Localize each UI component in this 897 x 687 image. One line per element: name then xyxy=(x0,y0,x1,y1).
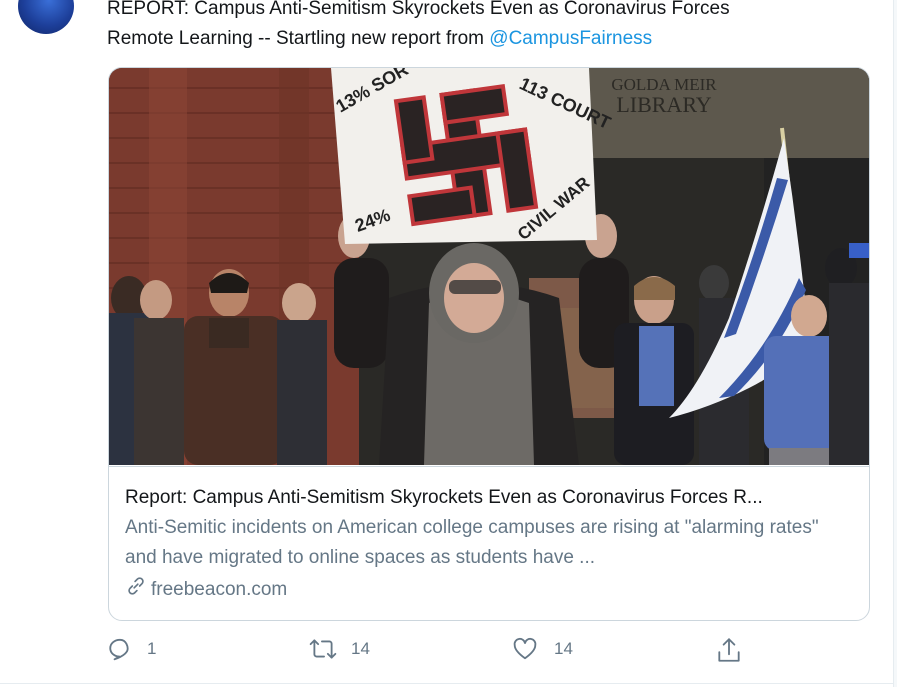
building-sign-line2: LIBRARY xyxy=(616,92,711,117)
reply-icon xyxy=(107,636,133,662)
card-photo: GOLDA MEIR LIBRARY 13% SOR 113 COURT 24%… xyxy=(109,68,869,465)
like-button[interactable]: 14 xyxy=(512,636,573,662)
reply-button[interactable]: 1 xyxy=(107,636,156,662)
tweet-actions: 1 14 14 xyxy=(107,636,747,666)
avatar[interactable] xyxy=(18,0,74,34)
tweet-text-line1: REPORT: Campus Anti-Semitism Skyrockets … xyxy=(107,0,730,19)
divider xyxy=(0,683,893,684)
reply-count: 1 xyxy=(147,639,157,658)
card-image[interactable]: GOLDA MEIR LIBRARY 13% SOR 113 COURT 24%… xyxy=(109,68,869,465)
share-button[interactable] xyxy=(716,636,742,664)
retweet-icon xyxy=(309,636,337,662)
card-title: Report: Campus Anti-Semitism Skyrockets … xyxy=(125,487,763,508)
retweet-count: 14 xyxy=(351,639,370,658)
mention-link[interactable]: @CampusFairness xyxy=(489,28,652,49)
card-body[interactable]: Report: Campus Anti-Semitism Skyrockets … xyxy=(109,466,869,620)
heart-icon xyxy=(512,636,538,662)
tweet-text-line2: Remote Learning -- Startling new report … xyxy=(107,24,847,54)
link-icon xyxy=(125,575,147,605)
card-description: Anti-Semitic incidents on American colle… xyxy=(125,517,819,568)
tweet-text-line2-prefix: Remote Learning -- Startling new report … xyxy=(107,28,490,49)
link-card[interactable]: GOLDA MEIR LIBRARY 13% SOR 113 COURT 24%… xyxy=(108,67,870,621)
retweet-button[interactable]: 14 xyxy=(309,636,370,662)
share-icon xyxy=(716,636,742,664)
tweet[interactable]: REPORT: Campus Anti-Semitism Skyrockets … xyxy=(0,0,894,687)
like-count: 14 xyxy=(554,639,573,658)
card-domain-text: freebeacon.com xyxy=(151,579,288,600)
card-domain: freebeacon.com xyxy=(125,575,853,605)
tweet-text: REPORT: Campus Anti-Semitism Skyrockets … xyxy=(107,0,847,54)
